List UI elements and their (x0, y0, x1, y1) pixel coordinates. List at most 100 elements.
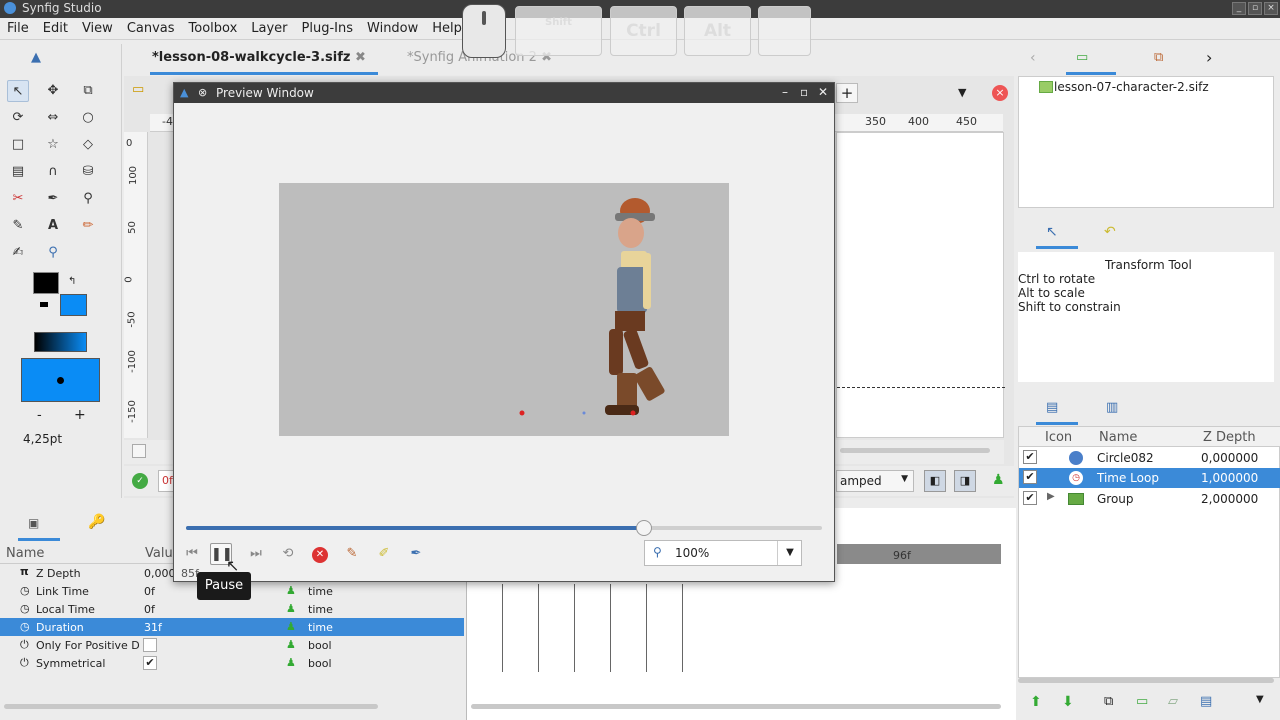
duplicate-layer-icon[interactable]: ⧉ (1104, 694, 1113, 709)
spline-tool-icon[interactable]: ∩ (42, 161, 64, 183)
add-canvas-button[interactable]: + (836, 83, 858, 103)
scale-tool-icon[interactable]: ⧉ (77, 80, 99, 102)
raise-layer-icon[interactable]: ⬆ (1030, 694, 1042, 710)
menu-file[interactable]: File (0, 18, 36, 39)
fill-tool-icon[interactable]: ⛁ (77, 161, 99, 183)
polygon-tool-icon[interactable]: ◇ (77, 134, 99, 156)
outline-color-swatch[interactable] (33, 272, 59, 294)
canvas-scrollbar[interactable] (840, 448, 990, 453)
layer-row-selected[interactable]: ✔ ◷ Time Loop 1,000000 (1019, 468, 1280, 488)
stop-icon[interactable]: ✕ (312, 547, 328, 563)
preview-maximize-button[interactable]: ▫ (800, 85, 808, 99)
sets-tab-icon[interactable]: ▥ (1106, 400, 1118, 415)
reset-colors-icon[interactable] (40, 302, 48, 307)
param-value[interactable]: 0f (144, 603, 155, 616)
refresh-preview-icon[interactable]: ✒ (405, 543, 427, 565)
brush-size-decrease-button[interactable]: - (37, 408, 42, 423)
layer-row[interactable]: ✔ ▶ Group 2,000000 (1019, 489, 1280, 509)
params-tab-icon[interactable]: ▣ (28, 516, 39, 530)
window-menu-icon[interactable]: ⊗ (198, 86, 207, 99)
text-tool-icon[interactable]: A (42, 215, 64, 237)
menu-canvas[interactable]: Canvas (120, 18, 182, 39)
layers-tab-icon[interactable]: ▤ (1046, 400, 1058, 415)
menu-plugins[interactable]: Plug-Ins (295, 18, 360, 39)
library-file-item[interactable]: lesson-07-character-2.sifz (1054, 80, 1209, 94)
waypoint-track[interactable] (467, 584, 687, 672)
params-scrollbar[interactable] (4, 704, 378, 709)
canvas-menu-icon[interactable]: ▭ (132, 82, 150, 102)
chevron-right-icon[interactable]: › (1206, 48, 1212, 67)
param-value[interactable]: 0,000 (144, 567, 176, 580)
brush-tool-icon[interactable]: ✍ (7, 242, 29, 264)
layer-visible-checkbox[interactable]: ✔ (1023, 491, 1037, 505)
param-row[interactable]: ⏻ Symmetrical ✔ ♟ bool (0, 654, 464, 672)
lower-layer-icon[interactable]: ⬇ (1062, 694, 1074, 710)
cutout-tool-icon[interactable]: ✂ (7, 188, 29, 210)
seek-begin-icon[interactable]: ⏮ (181, 543, 203, 565)
keyframes-tab-icon[interactable]: 🔑 (88, 514, 105, 530)
gradient-swatch[interactable] (34, 332, 87, 352)
circle-tool-icon[interactable]: ○ (77, 107, 99, 129)
chevron-down-icon[interactable]: ▼ (777, 541, 802, 565)
history-tab-icon[interactable]: ↶ (1104, 224, 1116, 240)
past-keyframes-lock-icon[interactable]: ◧ (924, 470, 946, 492)
fill-color-swatch[interactable] (60, 294, 87, 316)
param-checkbox-checked[interactable]: ✔ (143, 656, 157, 670)
library-tab-icon[interactable]: ⧉ (1154, 50, 1163, 65)
param-row[interactable]: ⏻ Only For Positive Du ♟ bool (0, 636, 464, 654)
expand-triangle-icon[interactable]: ▶ (1047, 491, 1055, 502)
onion-skin-icon[interactable]: ♟ (992, 472, 1005, 488)
param-row[interactable]: ◷ Local Time 0f ♟ time (0, 600, 464, 618)
group-layer-icon[interactable]: ▭ (1136, 694, 1148, 709)
tool-options-tab-icon[interactable]: ↖ (1046, 224, 1058, 240)
smooth-move-tool-icon[interactable]: ✥ (42, 80, 64, 102)
playback-position-slider[interactable] (186, 526, 822, 530)
param-row-selected[interactable]: ◷ Duration 31f ♟ time (0, 618, 464, 636)
seek-end-icon[interactable]: ⏭ (245, 543, 267, 565)
menu-edit[interactable]: Edit (36, 18, 75, 39)
menu-view[interactable]: View (75, 18, 120, 39)
minimize-button[interactable]: _ (1232, 2, 1246, 15)
preview-minimize-button[interactable]: – (782, 85, 788, 99)
mirror-tool-icon[interactable]: ⇔ (42, 107, 64, 129)
tab-walkcycle[interactable]: *lesson-08-walkcycle-3.sifz ✖ (152, 50, 366, 65)
layer-visible-checkbox[interactable]: ✔ (1023, 450, 1037, 464)
brush-size-increase-button[interactable]: + (74, 407, 86, 423)
loop-icon[interactable]: ⟲ (277, 543, 299, 565)
gradient-tool-icon[interactable]: ▤ (7, 161, 29, 183)
future-keyframes-lock-icon[interactable]: ◨ (954, 470, 976, 492)
transform-tool-icon[interactable]: ↖ (7, 80, 29, 102)
param-value[interactable]: 0f (144, 585, 155, 598)
chevron-left-icon[interactable]: ‹ (1030, 50, 1036, 66)
param-value[interactable]: 31f (144, 621, 162, 634)
menu-window[interactable]: Window (360, 18, 425, 39)
zoom-tool-icon[interactable]: ⚲ (42, 242, 64, 264)
layers-menu-icon[interactable]: ▼ (1256, 694, 1264, 705)
star-tool-icon[interactable]: ☆ (42, 134, 64, 156)
sketch-tool-icon[interactable]: ✏ (77, 215, 99, 237)
eyedrop-tool-icon[interactable]: ⚲ (77, 188, 99, 210)
menu-layer[interactable]: Layer (244, 18, 294, 39)
layer-row[interactable]: ✔ Circle082 0,000000 (1019, 448, 1280, 468)
canvas-dropdown-icon[interactable]: ▼ (958, 86, 966, 99)
canvas-view[interactable] (836, 132, 1005, 438)
stop-render-icon[interactable]: × (992, 85, 1008, 101)
preview-render-area[interactable] (279, 183, 729, 436)
preview-close-button[interactable]: ✕ (818, 85, 828, 99)
interpolation-select[interactable]: amped ▼ (836, 470, 914, 492)
timeline-scrollbar[interactable] (471, 704, 1001, 709)
layer-visible-checkbox[interactable]: ✔ (1023, 470, 1037, 484)
tab-close-icon[interactable]: ✖ (355, 50, 366, 65)
swap-colors-icon[interactable]: ↰ (68, 276, 76, 287)
rectangle-tool-icon[interactable]: □ (7, 134, 29, 156)
param-checkbox[interactable] (143, 638, 157, 652)
time-ruler[interactable]: 96f (837, 544, 1001, 564)
width-tool-icon[interactable]: ✒ (42, 188, 64, 210)
maximize-button[interactable]: ▫ (1248, 2, 1262, 15)
layers-scrollbar[interactable] (1018, 678, 1274, 683)
playback-slider-handle[interactable] (635, 520, 652, 536)
rotate-tool-icon[interactable]: ⟳ (7, 107, 29, 129)
draw-tool-icon[interactable]: ✎ (7, 215, 29, 237)
delete-layer-icon[interactable]: ▤ (1200, 694, 1212, 709)
canvas-corner-button[interactable] (132, 444, 146, 458)
